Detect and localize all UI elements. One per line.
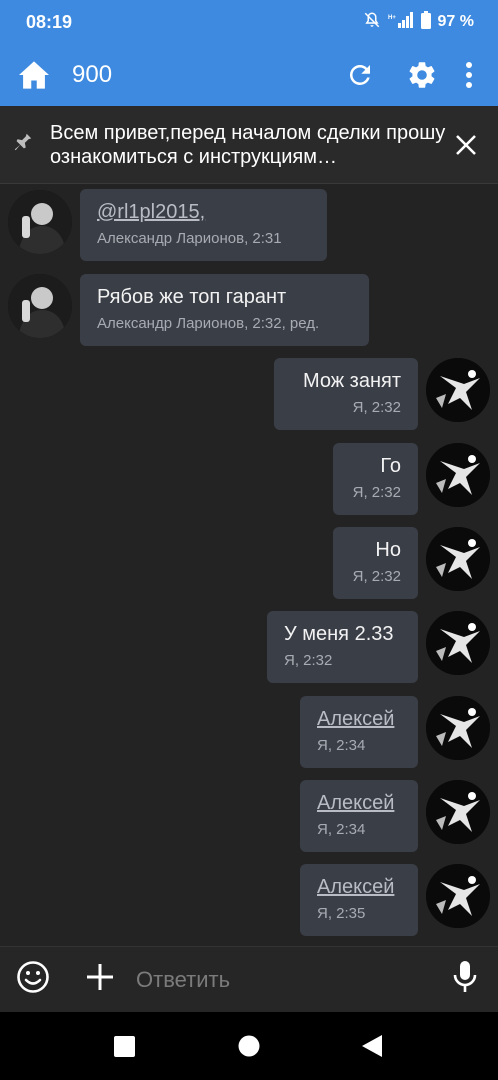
- message-text: Но: [375, 539, 401, 561]
- home-circle-icon[interactable]: [238, 1035, 260, 1062]
- reply-input[interactable]: Ответить: [136, 967, 452, 993]
- message-meta: Александр Ларионов, 2:31: [97, 230, 282, 247]
- pinned-message[interactable]: Всем привет,перед началом сделки прошу о…: [0, 106, 498, 184]
- avatar[interactable]: [426, 443, 490, 507]
- mention-link[interactable]: Алексей: [317, 876, 394, 898]
- message-meta: Я, 2:32: [352, 484, 401, 501]
- signal-icon: H+: [388, 11, 414, 33]
- message-meta: Я, 2:34: [317, 821, 366, 838]
- message-meta: Я, 2:32: [352, 399, 401, 416]
- pin-icon: [12, 131, 34, 158]
- message-text: У меня 2.33: [284, 623, 394, 645]
- message-meta: Я, 2:34: [317, 737, 366, 754]
- message-meta: Я, 2:32: [352, 568, 401, 585]
- message-meta: Я, 2:32: [284, 652, 333, 669]
- microphone-icon[interactable]: [452, 960, 478, 999]
- svg-text:H+: H+: [388, 15, 396, 21]
- message-text: Го: [380, 455, 401, 477]
- refresh-icon[interactable]: [340, 55, 380, 95]
- avatar[interactable]: [426, 358, 490, 422]
- message-bubble[interactable]: У меня 2.33 Я, 2:32: [267, 611, 418, 683]
- attach-plus-icon[interactable]: [86, 963, 114, 996]
- emoji-icon[interactable]: [16, 960, 50, 999]
- message-bubble[interactable]: Алексей Я, 2:34: [300, 780, 418, 852]
- back-triangle-icon[interactable]: [361, 1034, 383, 1063]
- message-bubble[interactable]: Алексей Я, 2:35: [300, 864, 418, 936]
- chat-title: 900: [72, 61, 113, 88]
- avatar[interactable]: [426, 780, 490, 844]
- settings-gear-icon[interactable]: [402, 55, 442, 95]
- message-bubble[interactable]: Го Я, 2:32: [333, 443, 418, 515]
- pinned-message-text: Всем привет,перед началом сделки прошу о…: [50, 121, 446, 168]
- avatar[interactable]: [426, 696, 490, 760]
- message-text: Мож занят: [302, 370, 401, 392]
- message-bubble[interactable]: Но Я, 2:32: [333, 527, 418, 599]
- message-bubble[interactable]: Мож занят Я, 2:32: [274, 358, 418, 430]
- recents-square-icon[interactable]: [114, 1036, 135, 1062]
- more-vert-icon[interactable]: [454, 55, 484, 95]
- avatar[interactable]: [426, 527, 490, 591]
- message-bubble[interactable]: @rl1pl2015, Александр Ларионов, 2:31: [80, 189, 327, 261]
- message-text: Рябов же топ гарант: [97, 286, 287, 308]
- avatar[interactable]: [8, 190, 72, 254]
- app-bar: 900: [0, 44, 498, 106]
- avatar[interactable]: [426, 864, 490, 928]
- avatar[interactable]: [426, 611, 490, 675]
- mention-link[interactable]: Алексей: [317, 792, 394, 814]
- home-icon[interactable]: [14, 55, 54, 95]
- message-bubble[interactable]: Алексей Я, 2:34: [300, 696, 418, 768]
- message-meta: Александр Ларионов, 2:32, ред.: [97, 315, 320, 332]
- mute-icon: [363, 11, 381, 34]
- status-time: 08:19: [26, 11, 73, 32]
- battery-icon: [420, 10, 431, 34]
- mention-link[interactable]: Алексей: [317, 708, 394, 730]
- status-bar: 08:19 H+ 97 %: [0, 0, 498, 44]
- system-nav-bar: [0, 1012, 498, 1080]
- close-icon[interactable]: [446, 125, 486, 165]
- message-composer: Ответить: [0, 946, 498, 1012]
- message-bubble[interactable]: Рябов же топ гарант Александр Ларионов, …: [80, 274, 369, 346]
- message-meta: Я, 2:35: [317, 905, 366, 922]
- mention-link[interactable]: @rl1pl2015,: [97, 201, 205, 223]
- battery-percent: 97 %: [437, 13, 474, 30]
- avatar[interactable]: [8, 274, 72, 338]
